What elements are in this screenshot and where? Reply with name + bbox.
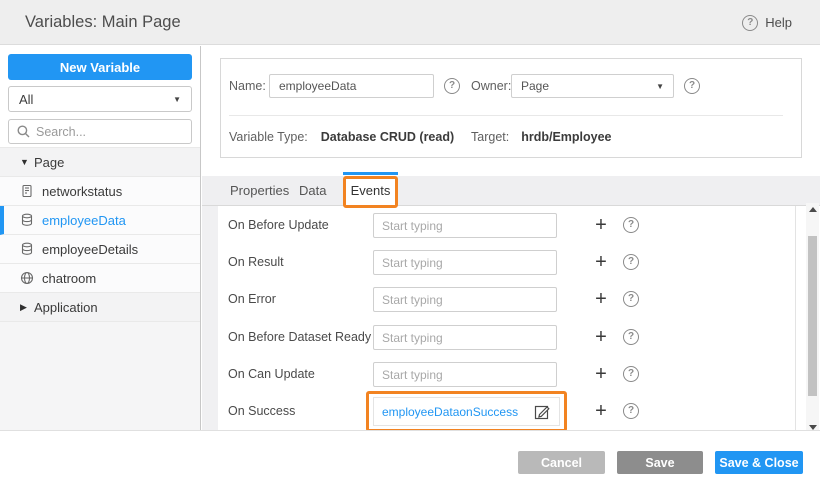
event-help-icon[interactable]: ? bbox=[623, 254, 639, 270]
success-handler-link[interactable]: employeeDataonSuccess bbox=[382, 405, 518, 419]
event-help-icon[interactable]: ? bbox=[623, 291, 639, 307]
triangle-up-icon bbox=[809, 207, 817, 212]
event-label: On Result bbox=[228, 250, 284, 275]
help-button[interactable]: ? Help bbox=[742, 0, 792, 45]
search-box bbox=[8, 119, 192, 144]
event-handler-input[interactable] bbox=[373, 213, 557, 238]
sidebar-controls: New Variable All ▼ bbox=[0, 46, 200, 147]
dialog-footer: Cancel Save Save & Close bbox=[0, 430, 820, 491]
chevron-down-icon: ▼ bbox=[173, 95, 181, 104]
event-row: On Error + ? bbox=[218, 287, 796, 317]
globe-icon bbox=[20, 271, 35, 286]
database-icon bbox=[20, 213, 35, 228]
tree-group-application[interactable]: ▶ Application bbox=[0, 293, 200, 322]
event-row: On Before Update + ? bbox=[218, 213, 796, 243]
page-title: Variables: Main Page bbox=[25, 0, 181, 45]
success-handler-box: employeeDataonSuccess bbox=[373, 397, 560, 426]
dialog-header: Variables: Main Page ? Help bbox=[0, 0, 820, 45]
target-value: hrdb/Employee bbox=[521, 130, 611, 144]
tab-properties[interactable]: Properties bbox=[230, 176, 289, 206]
add-action-icon[interactable]: + bbox=[593, 325, 609, 349]
event-label: On Before Update bbox=[228, 213, 329, 238]
name-label: Name: * bbox=[229, 74, 274, 98]
event-row: On Before Dataset Ready + ? bbox=[218, 325, 796, 355]
database-icon bbox=[20, 242, 35, 257]
events-scrollbar[interactable] bbox=[806, 203, 819, 433]
variable-type-row: Variable Type: Database CRUD (read) bbox=[229, 125, 454, 149]
tab-bar: Properties Data Events bbox=[202, 176, 820, 206]
search-input[interactable] bbox=[36, 125, 166, 139]
sidebar-item-employeeData[interactable]: employeeData bbox=[0, 206, 200, 235]
target-label: Target: bbox=[471, 130, 509, 144]
add-action-icon[interactable]: + bbox=[593, 213, 609, 237]
tab-events[interactable]: Events bbox=[346, 176, 395, 206]
cancel-button[interactable]: Cancel bbox=[518, 451, 605, 474]
edit-icon[interactable] bbox=[534, 403, 551, 420]
event-label: On Before Dataset Ready bbox=[228, 325, 371, 350]
variable-filter-select[interactable]: All ▼ bbox=[8, 86, 192, 112]
add-action-icon[interactable]: + bbox=[593, 287, 609, 311]
event-label: On Can Update bbox=[228, 362, 315, 387]
event-help-icon[interactable]: ? bbox=[623, 217, 639, 233]
event-label: On Success bbox=[228, 399, 295, 424]
event-handler-input[interactable] bbox=[373, 250, 557, 275]
tree-group-page[interactable]: ▼ Page bbox=[0, 148, 200, 177]
triangle-down-icon bbox=[809, 425, 817, 430]
event-label: On Error bbox=[228, 287, 276, 312]
help-circle-icon: ? bbox=[742, 15, 758, 31]
owner-value: Page bbox=[521, 79, 549, 93]
filter-value: All bbox=[19, 92, 33, 107]
sidebar-item-networkstatus[interactable]: networkstatus bbox=[0, 177, 200, 206]
event-handler-input[interactable] bbox=[373, 325, 557, 350]
save-and-close-button[interactable]: Save & Close bbox=[715, 451, 803, 474]
new-variable-button[interactable]: New Variable bbox=[8, 54, 192, 80]
owner-help-icon[interactable]: ? bbox=[684, 78, 700, 94]
event-help-icon[interactable]: ? bbox=[623, 329, 639, 345]
variable-type-value: Database CRUD (read) bbox=[321, 130, 454, 144]
event-row-on-success: On Success employeeDataonSuccess + ? bbox=[218, 395, 796, 425]
variable-tree: ▼ Page networkstatus employeeData employ… bbox=[0, 147, 200, 322]
sidebar-item-chatroom[interactable]: chatroom bbox=[0, 264, 200, 293]
variables-dialog: Variables: Main Page ? Help New Variable… bbox=[0, 0, 820, 491]
scrollbar-thumb[interactable] bbox=[808, 236, 817, 396]
event-row: On Result + ? bbox=[218, 250, 796, 280]
search-icon bbox=[17, 125, 30, 138]
divider bbox=[229, 115, 783, 116]
save-button[interactable]: Save bbox=[617, 451, 703, 474]
variables-sidebar: New Variable All ▼ ▼ Page networkstatus … bbox=[0, 46, 201, 430]
tree-expander-icon[interactable]: ▶ bbox=[20, 302, 34, 313]
event-help-icon[interactable]: ? bbox=[623, 366, 639, 382]
help-label: Help bbox=[765, 15, 792, 30]
tab-data[interactable]: Data bbox=[299, 176, 326, 206]
event-handler-input[interactable] bbox=[373, 287, 557, 312]
event-handler-input[interactable] bbox=[373, 362, 557, 387]
add-action-icon[interactable]: + bbox=[593, 399, 609, 423]
variable-summary-panel: Name: * ? Owner: * Page ▼ ? Variable Typ… bbox=[220, 58, 802, 158]
name-help-icon[interactable]: ? bbox=[444, 78, 460, 94]
event-row: On Can Update + ? bbox=[218, 362, 796, 392]
tree-expander-icon[interactable]: ▼ bbox=[20, 157, 34, 167]
chevron-down-icon: ▼ bbox=[656, 82, 664, 91]
event-help-icon[interactable]: ? bbox=[623, 403, 639, 419]
active-tab-indicator bbox=[343, 172, 398, 175]
owner-select[interactable]: Page ▼ bbox=[511, 74, 674, 98]
device-icon bbox=[20, 184, 35, 199]
add-action-icon[interactable]: + bbox=[593, 362, 609, 386]
name-input[interactable] bbox=[269, 74, 434, 98]
variable-type-label: Variable Type: bbox=[229, 130, 308, 144]
scroll-up-button[interactable] bbox=[806, 203, 819, 215]
add-action-icon[interactable]: + bbox=[593, 250, 609, 274]
target-row: Target: hrdb/Employee bbox=[471, 125, 612, 149]
variable-detail-area: Name: * ? Owner: * Page ▼ ? Variable Typ… bbox=[202, 46, 820, 430]
sidebar-item-employeeDetails[interactable]: employeeDetails bbox=[0, 235, 200, 264]
